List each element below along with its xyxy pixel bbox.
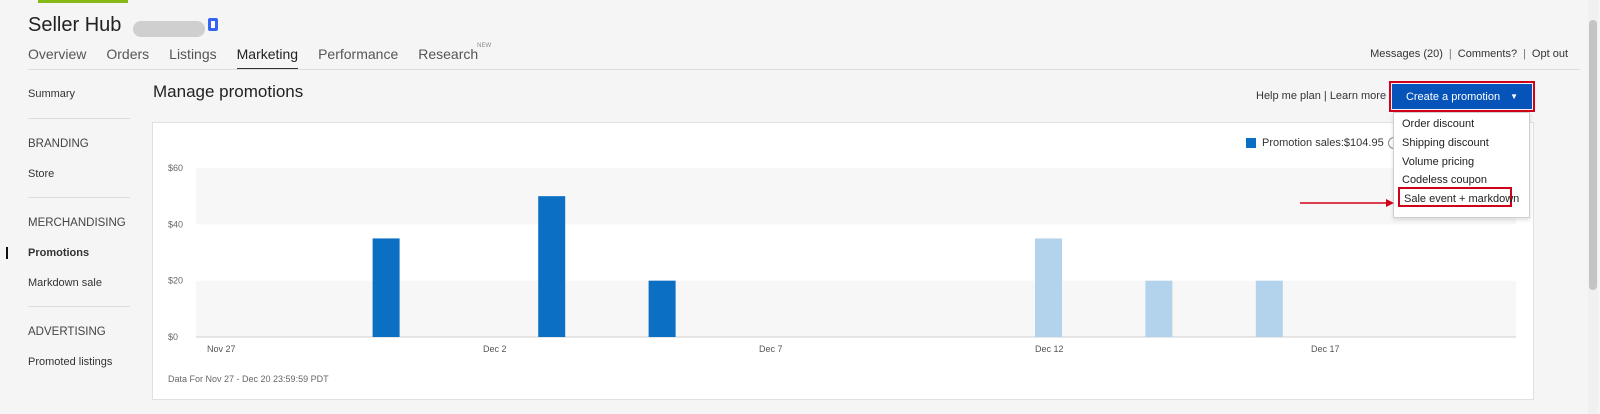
chart-bar [372, 238, 400, 337]
y-tick-label: $0 [168, 332, 178, 342]
y-tick-label: $20 [168, 276, 183, 286]
scrollbar-thumb[interactable] [1589, 20, 1597, 290]
menu-item-codeless-coupon[interactable]: Codeless coupon [1402, 174, 1487, 186]
chart-bar [1145, 280, 1173, 337]
grid-band [196, 168, 1516, 225]
menu-item-shipping-discount[interactable]: Shipping discount [1402, 137, 1489, 149]
chart-bar [1035, 238, 1062, 337]
x-tick-label: Nov 27 [207, 344, 236, 354]
chart-bar [1255, 280, 1283, 337]
menu-item-volume-pricing[interactable]: Volume pricing [1402, 156, 1474, 168]
red-arrow-icon [1300, 199, 1394, 207]
scrollbar[interactable] [1588, 0, 1598, 414]
legend-label: Promotion sales:$104.95 [1262, 137, 1384, 149]
sales-chart: $0 $20 $40 $60 Nov 27 Dec 2 Dec 7 Dec 12 Dec 17 [168, 163, 1516, 354]
menu-item-sale-event-markdown[interactable]: Sale event + markdown [1398, 187, 1519, 207]
x-tick-label: Dec 7 [759, 344, 783, 354]
create-promotion-label: Create a promotion [1405, 90, 1501, 103]
x-tick-label: Dec 17 [1311, 344, 1340, 354]
legend-swatch [1246, 138, 1256, 148]
y-tick-label: $60 [168, 163, 183, 173]
caret-down-icon: ▼ [1510, 92, 1519, 101]
create-promotion-button[interactable]: Create a promotion ▼ [1389, 81, 1535, 112]
x-tick-label: Dec 2 [483, 344, 507, 354]
chart-bar [648, 280, 676, 337]
x-tick-label: Dec 12 [1035, 344, 1064, 354]
chart-footnote: Data For Nov 27 - Dec 20 23:59:59 PDT [168, 374, 329, 384]
chart-bar [538, 196, 566, 337]
menu-item-order-discount[interactable]: Order discount [1402, 118, 1474, 130]
chart-legend: Promotion sales:$104.95 i [1246, 137, 1400, 149]
promotion-type-menu: Order discount Shipping discount Volume … [1393, 112, 1530, 218]
y-tick-label: $40 [168, 219, 183, 229]
